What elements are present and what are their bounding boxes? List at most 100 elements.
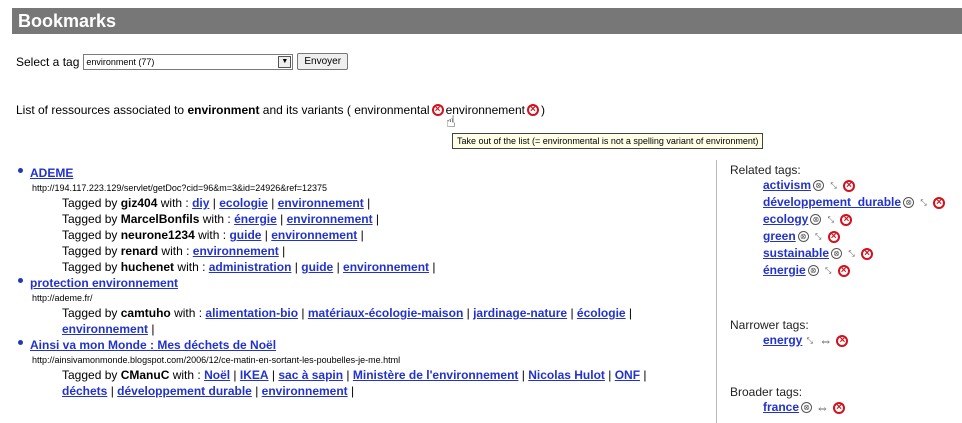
- tag-link[interactable]: ecologie: [219, 196, 268, 210]
- tag-link[interactable]: IKEA: [240, 368, 269, 382]
- swap-arrows-icon[interactable]: ⇔: [819, 332, 832, 349]
- remove-tag-icon[interactable]: ×: [933, 196, 946, 209]
- sidebar-tag-link[interactable]: france: [763, 399, 799, 416]
- remove-variant-environnement-icon[interactable]: ×: [526, 104, 539, 116]
- tag-link[interactable]: énergie: [234, 212, 277, 226]
- expand-icon[interactable]: ⤡: [823, 262, 834, 279]
- bookmark-link[interactable]: Ainsi va mon Monde : Mes déchets de Noël: [30, 338, 276, 352]
- sidebar-tag-row: energy ⤡ ⇔ ×: [763, 332, 850, 349]
- narrower-tags-list: energy ⤡ ⇔ ×: [730, 332, 850, 349]
- bookmark-title: protection environnement: [30, 275, 710, 291]
- tagging-user: MarcelBonfils: [120, 212, 200, 226]
- swap-arrows-icon[interactable]: ⇔: [816, 399, 829, 416]
- tag-link[interactable]: environnement: [278, 196, 364, 210]
- tag-separator: |: [357, 228, 364, 242]
- tag-link[interactable]: Nicolas Hulot: [528, 368, 605, 382]
- tag-separator: |: [251, 384, 262, 398]
- tag-select[interactable]: environment (77) ▼: [83, 53, 294, 70]
- tag-separator: |: [343, 368, 353, 382]
- expand-icon[interactable]: ⤡: [825, 211, 836, 228]
- tag-separator: |: [463, 306, 474, 320]
- tag-separator: |: [276, 212, 287, 226]
- tag-link[interactable]: Noël: [204, 368, 230, 382]
- tagging-with-label: with :: [158, 244, 193, 258]
- sidebar-tag-row: sustainable ⊗ ⤡ ×: [763, 245, 947, 262]
- tagged-by-label: Tagged by: [62, 260, 121, 274]
- tag-link[interactable]: environnement: [271, 228, 357, 242]
- remove-tag-icon[interactable]: ×: [840, 213, 853, 226]
- sidebar-tag-link[interactable]: sustainable: [763, 245, 829, 262]
- sidebar-tag-link[interactable]: energy: [763, 332, 802, 349]
- sidebar-tag-link[interactable]: activism: [763, 177, 811, 194]
- tag-link[interactable]: environnement: [62, 322, 148, 336]
- tag-separator: |: [429, 260, 436, 274]
- related-tags-list: activism ⊗ ⤡ × développement_durable ⊗ ⤡ × ecolo…: [730, 177, 947, 279]
- remove-tag-icon[interactable]: ×: [861, 247, 874, 260]
- related-tags-heading: Related tags:: [730, 163, 801, 177]
- tag-selector-row: Select a tag environment (77) ▼ Envoyer: [16, 53, 349, 70]
- remove-tag-icon[interactable]: ×: [827, 230, 840, 243]
- variant-icon[interactable]: ⊗: [807, 265, 819, 276]
- remove-variant-environmental-icon[interactable]: ×: [431, 104, 444, 116]
- tag-separator: |: [567, 306, 577, 320]
- tag-link[interactable]: matériaux-écologie-maison: [308, 306, 463, 320]
- intro-tag: environment: [187, 103, 260, 117]
- tagged-by-label: Tagged by: [62, 244, 121, 258]
- tag-link[interactable]: Ministère de l'environnement: [353, 368, 519, 382]
- variant-environmental: environmental: [354, 103, 430, 117]
- variant-icon[interactable]: ⊗: [801, 402, 813, 413]
- tag-link[interactable]: environnement: [193, 244, 279, 258]
- bookmark-title: Ainsi va mon Monde : Mes déchets de Noël: [30, 337, 710, 353]
- variant-icon[interactable]: ⊗: [813, 180, 825, 191]
- tag-link[interactable]: jardinage-nature: [473, 306, 567, 320]
- tag-link[interactable]: guide: [229, 228, 261, 242]
- expand-icon[interactable]: ⤡: [846, 245, 857, 262]
- title-bar: Bookmarks: [12, 8, 962, 34]
- sidebar-tag-link[interactable]: ecology: [763, 211, 808, 228]
- tag-link[interactable]: écologie: [577, 306, 626, 320]
- bookmark-link[interactable]: protection environnement: [30, 276, 178, 290]
- sidebar-tag-link[interactable]: énergie: [763, 262, 806, 279]
- variant-icon[interactable]: ⊗: [903, 197, 915, 208]
- expand-icon[interactable]: ⤡: [813, 228, 824, 245]
- variant-icon[interactable]: ⊗: [797, 231, 809, 242]
- bookmark-link[interactable]: ADEME: [30, 166, 73, 180]
- sidebar-tag-link[interactable]: développement_durable: [763, 194, 901, 211]
- sidebar-tag-row: green ⊗ ⤡ ×: [763, 228, 947, 245]
- remove-tag-icon[interactable]: ×: [837, 264, 850, 277]
- variant-icon[interactable]: ⊗: [831, 248, 843, 259]
- variant-environnement: environnement: [445, 103, 525, 117]
- variant-icon[interactable]: ⊗: [810, 214, 822, 225]
- tag-link[interactable]: administration: [209, 260, 292, 274]
- sidebar-tag-row: énergie ⊗ ⤡ ×: [763, 262, 947, 279]
- remove-tag-icon[interactable]: ×: [836, 334, 849, 347]
- tagging-with-label: with :: [194, 228, 230, 242]
- tag-link[interactable]: ONF: [615, 368, 640, 382]
- expand-icon[interactable]: ⤡: [828, 177, 839, 194]
- tag-link[interactable]: déchets: [62, 384, 107, 398]
- expand-icon[interactable]: ⤡: [918, 194, 929, 211]
- tagged-by-label: Tagged by: [62, 196, 121, 210]
- tag-link[interactable]: environnement: [262, 384, 348, 398]
- tag-link[interactable]: alimentation-bio: [205, 306, 298, 320]
- tag-link[interactable]: développement durable: [117, 384, 252, 398]
- select-tag-label: Select a tag: [16, 54, 80, 69]
- tag-link[interactable]: diy: [192, 196, 209, 210]
- remove-tag-icon[interactable]: ×: [833, 401, 846, 414]
- tagged-by-label: Tagged by: [62, 212, 121, 226]
- tag-link[interactable]: guide: [301, 260, 333, 274]
- tag-link[interactable]: sac à sapin: [278, 368, 343, 382]
- tag-separator: |: [333, 260, 344, 274]
- tagging-row: Tagged by CManuC with : Noël | IKEA | sa…: [62, 367, 662, 399]
- tag-link[interactable]: environnement: [287, 212, 373, 226]
- tagging-row: Tagged by neurone1234 with : guide | env…: [62, 227, 710, 243]
- tagging-with-label: with :: [157, 196, 193, 210]
- intro-prefix: List of ressources associated to: [16, 103, 185, 117]
- envoyer-button[interactable]: Envoyer: [297, 53, 349, 70]
- expand-icon[interactable]: ⤡: [804, 332, 815, 349]
- tag-separator: |: [148, 322, 155, 336]
- sidebar-tag-link[interactable]: green: [763, 228, 796, 245]
- remove-tag-icon[interactable]: ×: [843, 179, 856, 192]
- chevron-down-icon[interactable]: ▼: [278, 55, 292, 68]
- tag-link[interactable]: environnement: [343, 260, 429, 274]
